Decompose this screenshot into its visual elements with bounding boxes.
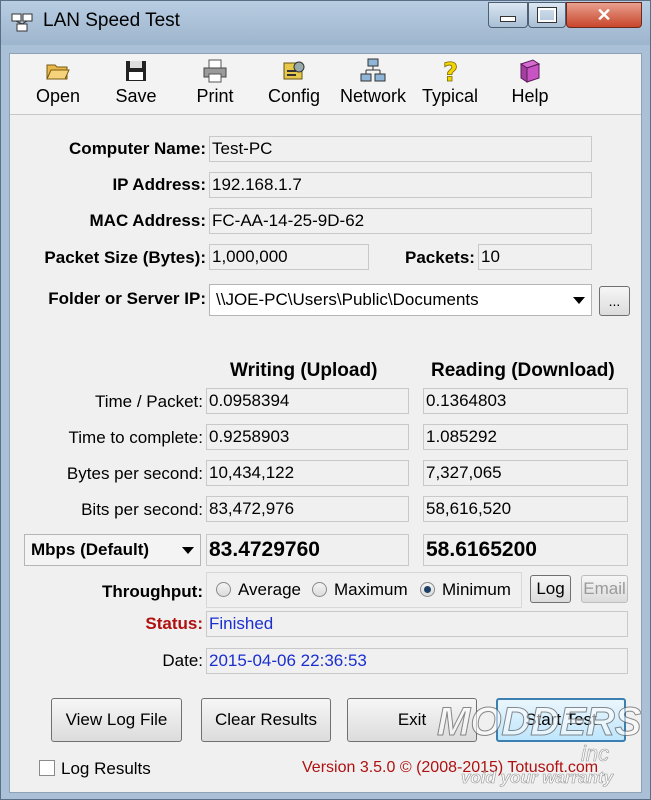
- toolbar-network[interactable]: Network: [338, 58, 408, 112]
- toolbar-help[interactable]: Help: [506, 58, 554, 112]
- browse-button[interactable]: ...: [599, 286, 630, 316]
- folder-label: Folder or Server IP:: [48, 289, 206, 308]
- toolbar: Open Save Print Config Network ? Typical: [10, 54, 641, 115]
- open-folder-icon: [46, 64, 70, 80]
- app-network-icon: [11, 13, 33, 32]
- reading-header: Reading (Download): [431, 360, 615, 381]
- maximize-icon: [537, 7, 557, 23]
- toolbar-network-label: Network: [339, 86, 406, 106]
- toolbar-typical[interactable]: ? Typical: [420, 58, 480, 112]
- toolbar-config[interactable]: Config: [264, 58, 324, 112]
- toolbar-open-label: Open: [35, 86, 81, 106]
- printer-icon: [203, 59, 227, 83]
- view-log-file-button[interactable]: View Log File: [51, 698, 182, 742]
- title-bar[interactable]: LAN Speed Test ✕: [1, 1, 650, 45]
- throughput-label: Throughput:: [101, 582, 203, 601]
- log-results-checkbox[interactable]: [39, 760, 55, 776]
- window-title: LAN Speed Test: [43, 10, 180, 31]
- chevron-down-icon[interactable]: [182, 547, 194, 554]
- unit-select[interactable]: Mbps (Default): [24, 534, 201, 566]
- write-bits-per-second[interactable]: 83,472,976: [206, 496, 409, 522]
- status-label: Status:: [145, 614, 203, 633]
- chevron-down-icon[interactable]: [573, 297, 585, 304]
- folder-value: \\JOE-PC\Users\Public\Documents: [216, 290, 479, 309]
- ip-address-field[interactable]: 192.168.1.7: [209, 172, 592, 198]
- toolbar-config-label: Config: [267, 86, 321, 106]
- time-per-packet-label: Time / Packet:: [94, 392, 203, 411]
- toolbar-typical-label: Typical: [421, 86, 479, 106]
- radio-minimum-label[interactable]: Minimum: [442, 580, 511, 600]
- status-field[interactable]: Finished: [206, 611, 628, 637]
- writing-header: Writing (Upload): [230, 360, 378, 381]
- read-total[interactable]: 58.6165200: [423, 534, 628, 566]
- radio-average[interactable]: [216, 582, 231, 597]
- computer-name-label: Computer Name:: [69, 139, 206, 158]
- close-button[interactable]: ✕: [566, 2, 642, 28]
- write-time-to-complete[interactable]: 0.9258903: [206, 424, 409, 450]
- log-results-label[interactable]: Log Results: [61, 759, 151, 779]
- ip-address-label: IP Address:: [112, 175, 206, 194]
- network-icon: [360, 58, 386, 82]
- question-icon: ?: [443, 58, 459, 84]
- help-book-icon: [519, 59, 541, 83]
- radio-minimum[interactable]: [420, 582, 435, 597]
- toolbar-print-label: Print: [196, 86, 234, 106]
- maximize-button[interactable]: [528, 2, 566, 28]
- floppy-disk-icon: [126, 61, 146, 81]
- packet-size-label: Packet Size (Bytes):: [44, 248, 206, 267]
- email-button[interactable]: Email: [581, 575, 628, 603]
- config-icon: [283, 61, 305, 80]
- modders-inc-watermark: MODDERS inc void your warranty: [437, 700, 642, 788]
- radio-maximum[interactable]: [312, 582, 327, 597]
- watermark-line1: MODDERS: [437, 700, 641, 744]
- app-window: LAN Speed Test ✕ Open Save Print Config …: [0, 0, 651, 800]
- time-to-complete-label: Time to complete:: [68, 428, 203, 447]
- toolbar-print[interactable]: Print: [191, 58, 239, 112]
- write-bytes-per-second[interactable]: 10,434,122: [206, 460, 409, 486]
- read-bytes-per-second[interactable]: 7,327,065: [423, 460, 628, 486]
- folder-combobox[interactable]: \\JOE-PC\Users\Public\Documents: [209, 284, 592, 316]
- write-time-per-packet[interactable]: 0.0958394: [206, 388, 409, 414]
- clear-results-button[interactable]: Clear Results: [201, 698, 331, 742]
- packet-size-field[interactable]: 1,000,000: [209, 244, 369, 270]
- read-time-per-packet[interactable]: 0.1364803: [423, 388, 628, 414]
- date-field[interactable]: 2015-04-06 22:36:53: [206, 648, 628, 674]
- radio-maximum-label[interactable]: Maximum: [334, 580, 408, 600]
- minimize-icon: [500, 16, 516, 22]
- radio-average-label[interactable]: Average: [238, 580, 301, 600]
- watermark-line3: void your warranty: [461, 768, 615, 787]
- read-time-to-complete[interactable]: 1.085292: [423, 424, 628, 450]
- packets-label: Packets:: [405, 248, 475, 267]
- main-panel: Open Save Print Config Network ? Typical: [9, 53, 642, 793]
- log-button[interactable]: Log: [530, 575, 571, 603]
- svg-text:?: ?: [443, 58, 458, 84]
- bits-per-second-label: Bits per second:: [81, 500, 203, 519]
- date-label: Date:: [162, 651, 203, 670]
- read-bits-per-second[interactable]: 58,616,520: [423, 496, 628, 522]
- mac-address-field[interactable]: FC-AA-14-25-9D-62: [209, 208, 592, 234]
- minimize-button[interactable]: [488, 2, 528, 28]
- unit-value: Mbps (Default): [31, 540, 150, 559]
- mac-address-label: MAC Address:: [89, 211, 207, 230]
- packets-field[interactable]: 10: [478, 244, 592, 270]
- computer-name-field[interactable]: Test-PC: [209, 136, 592, 162]
- close-icon: ✕: [596, 5, 612, 25]
- bytes-per-second-label: Bytes per second:: [66, 464, 203, 483]
- toolbar-save-label: Save: [115, 86, 157, 106]
- toolbar-save[interactable]: Save: [112, 58, 160, 112]
- watermark-line2: inc: [581, 741, 609, 766]
- toolbar-open[interactable]: Open: [34, 58, 82, 112]
- write-total[interactable]: 83.4729760: [206, 534, 409, 566]
- toolbar-help-label: Help: [511, 86, 549, 106]
